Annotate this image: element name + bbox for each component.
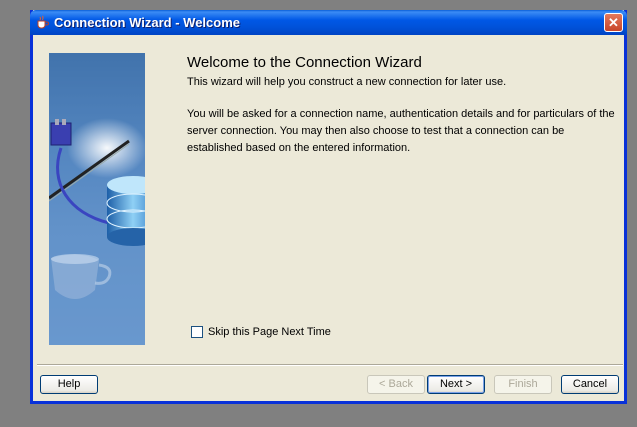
next-button[interactable]: Next > [427, 375, 485, 394]
close-icon: ✕ [608, 15, 619, 30]
intro-text: This wizard will help you construct a ne… [187, 76, 507, 88]
back-button[interactable]: < Back [367, 375, 425, 394]
skip-page-label: Skip this Page Next Time [208, 326, 331, 338]
details-text: You will be asked for a connection name,… [187, 108, 615, 154]
skip-page-option[interactable]: Skip this Page Next Time [191, 326, 331, 338]
page-title: Welcome to the Connection Wizard [187, 54, 422, 71]
skip-page-checkbox[interactable] [191, 326, 203, 338]
finish-button[interactable]: Finish [494, 375, 552, 394]
cancel-button[interactable]: Cancel [561, 375, 619, 394]
database-connection-illustration [49, 53, 145, 345]
help-button[interactable]: Help [40, 375, 98, 394]
window-title: Connection Wizard - Welcome [54, 15, 240, 30]
java-cup-icon [37, 15, 49, 29]
title-bar[interactable]: Connection Wizard - Welcome ✕ [30, 10, 627, 35]
button-separator [37, 364, 623, 366]
close-button[interactable]: ✕ [604, 13, 623, 32]
wizard-graphic [49, 53, 145, 345]
connection-wizard-dialog: Connection Wizard - Welcome ✕ Welcome to… [30, 10, 627, 404]
